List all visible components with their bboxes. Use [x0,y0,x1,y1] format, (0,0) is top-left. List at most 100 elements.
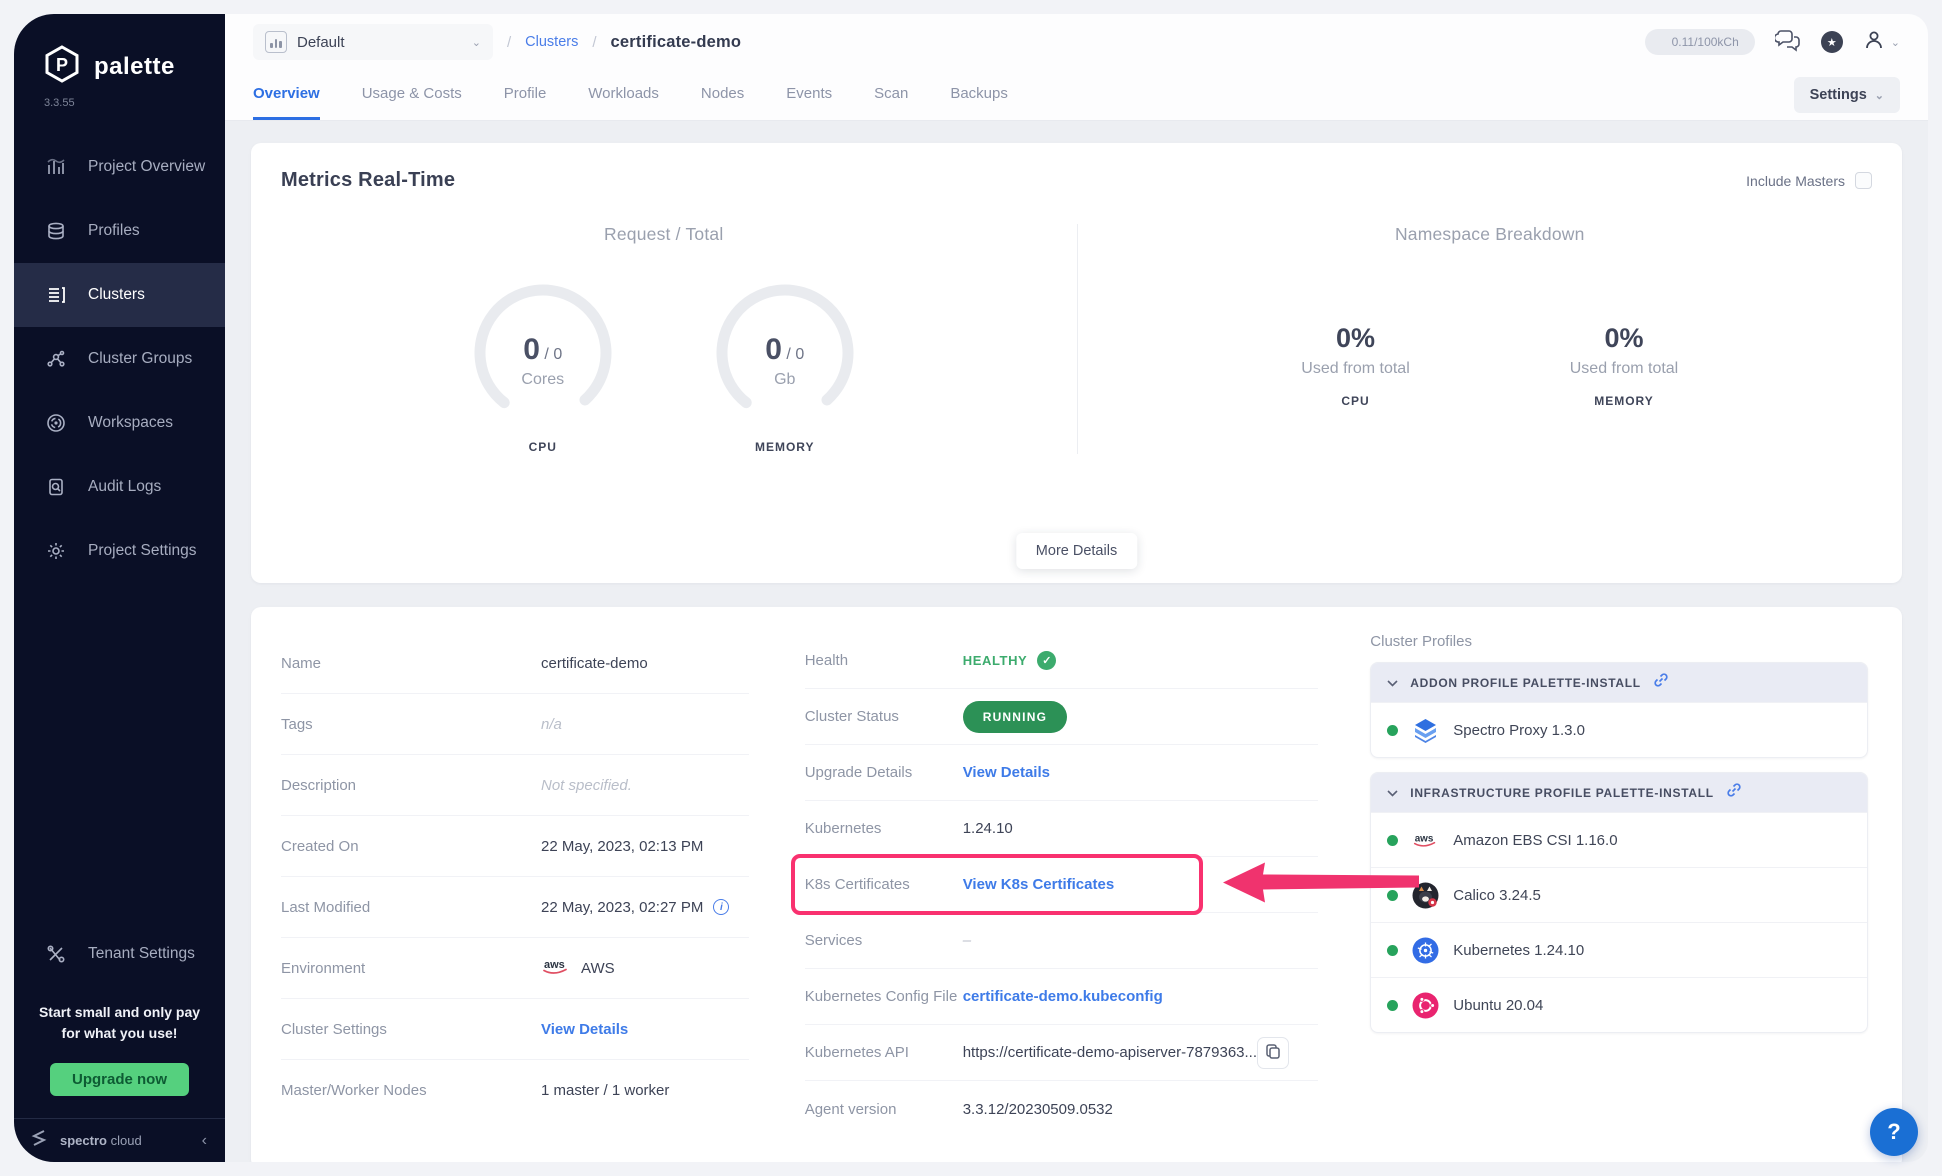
profile-item-calico[interactable]: Calico 3.24.5 [1371,867,1867,922]
memory-gauge-total: / 0 [786,346,804,363]
metrics-realtime-card: Metrics Real-Time Include Masters Reques… [251,143,1902,583]
tab-scan[interactable]: Scan [874,85,908,120]
view-k8s-certificates-link[interactable]: View K8s Certificates [963,876,1114,893]
doc-search-icon [44,475,68,499]
cluster-settings-view-details-link[interactable]: View Details [541,1021,628,1038]
tab-backups[interactable]: Backups [950,85,1008,120]
tab-profile[interactable]: Profile [504,85,547,120]
user-menu[interactable]: ⌄ [1863,29,1900,56]
sidebar-item-project-overview[interactable]: Project Overview [14,135,225,199]
info-icon[interactable]: i [713,899,729,915]
addon-profile-group: ADDON PROFILE PALETTE-INSTALL S [1370,662,1868,758]
profile-item-ubuntu[interactable]: Ubuntu 20.04 [1371,977,1867,1032]
chevron-down-icon [1387,784,1398,802]
sidebar-item-label: Workspaces [88,414,173,432]
memory-gauge-value: 0 [765,333,782,366]
cluster-profiles-column: Cluster Profiles ADDON PROFILE PALETTE-I… [1344,633,1868,1162]
tab-overview[interactable]: Overview [253,85,320,120]
sidebar: P palette 3.3.55 Project Overview [14,14,225,1162]
star-icon: ★ [1821,31,1843,53]
messages-button[interactable] [1775,30,1801,55]
profile-item-amazon-ebs-csi[interactable]: aws Amazon EBS CSI 1.16.0 [1371,812,1867,867]
sidebar-footer: spectro cloud ‹ [14,1118,225,1162]
status-dot [1387,835,1398,846]
chevron-down-icon [1387,674,1398,692]
main-area: Default ⌄ / Clusters / certificate-demo … [225,14,1928,1162]
aws-icon: aws [541,957,571,980]
tab-usage-costs[interactable]: Usage & Costs [362,85,462,120]
sidebar-item-workspaces[interactable]: Workspaces [14,391,225,455]
brand-name: palette [94,53,175,81]
detail-row-k8s-certificates: K8s Certificates View K8s Certificates [805,857,1319,913]
sidebar-item-label: Cluster Groups [88,350,192,368]
network-icon [44,347,68,371]
spectro-proxy-icon [1412,717,1439,744]
chevron-down-icon: ⌄ [1875,89,1884,102]
detail-row-kubernetes-version: Kubernetes 1.24.10 [805,801,1319,857]
namespace-cpu-stat: 0% Used from total CPU [1301,323,1409,408]
namespace-memory-stat: 0% Used from total MEMORY [1570,323,1678,408]
chat-bubbles-icon [1775,30,1801,55]
ubuntu-icon [1412,992,1439,1019]
chart-box-icon [265,31,287,53]
tab-events[interactable]: Events [786,85,832,120]
include-masters-checkbox[interactable] [1855,172,1872,189]
copy-icon [1265,1043,1281,1062]
notifications-button[interactable]: ★ [1821,31,1843,53]
infrastructure-profile-group: INFRASTRUCTURE PROFILE PALETTE-INSTALL a… [1370,772,1868,1033]
upgrade-now-button[interactable]: Upgrade now [50,1063,189,1096]
sidebar-item-project-settings[interactable]: Project Settings [14,519,225,583]
include-masters-control: Include Masters [1746,172,1872,189]
footer-brand: spectro cloud [60,1133,192,1148]
profile-item-spectro-proxy[interactable]: Spectro Proxy 1.3.0 [1371,702,1867,757]
gear-icon [44,539,68,563]
target-icon [44,411,68,435]
cluster-details-card: Name certificate-demo Tags n/a Descripti… [251,607,1902,1162]
metrics-title: Metrics Real-Time [281,169,455,192]
check-icon: ✓ [1037,651,1056,670]
infrastructure-profile-header[interactable]: INFRASTRUCTURE PROFILE PALETTE-INSTALL [1371,773,1867,812]
help-button[interactable]: ? [1870,1108,1918,1156]
usage-quota-pill[interactable]: 0.11/100kCh [1645,29,1755,55]
sidebar-item-cluster-groups[interactable]: Cluster Groups [14,327,225,391]
collapse-sidebar-icon[interactable]: ‹ [202,1132,207,1150]
profile-item-kubernetes[interactable]: Kubernetes 1.24.10 [1371,922,1867,977]
kubeconfig-download-link[interactable]: certificate-demo.kubeconfig [963,988,1163,1005]
memory-gauge: 0 / 0 Gb MEMORY [706,281,864,454]
sidebar-item-clusters[interactable]: Clusters [14,263,225,327]
details-middle-column: Health HEALTHY ✓ Cluster Status RUNNING … [805,633,1345,1162]
breadcrumb-separator: / [507,34,511,51]
include-masters-label: Include Masters [1746,173,1845,189]
tab-workloads[interactable]: Workloads [588,85,659,120]
breadcrumb-clusters-link[interactable]: Clusters [525,34,578,50]
tab-nodes[interactable]: Nodes [701,85,744,120]
spectro-cloud-logo-icon [28,1127,50,1154]
health-status: HEALTHY [963,653,1028,668]
project-selector[interactable]: Default ⌄ [253,24,493,60]
settings-button[interactable]: Settings ⌄ [1794,77,1900,113]
sidebar-item-label: Clusters [88,286,145,304]
sidebar-item-label: Profiles [88,222,140,240]
project-selector-value: Default [297,34,462,51]
bar-chart-icon [44,155,68,179]
namespace-memory-percent: 0% [1570,323,1678,354]
running-status-badge: RUNNING [963,701,1067,733]
request-total-panel: Request / Total 0 / 0 Cores [251,224,1077,454]
sidebar-item-label: Project Settings [88,542,197,560]
memory-gauge-metric: MEMORY [706,440,864,454]
sidebar-item-profiles[interactable]: Profiles [14,199,225,263]
list-icon [44,283,68,307]
detail-row-kubernetes-api: Kubernetes API https://certificate-demo-… [805,1025,1319,1081]
copy-button[interactable] [1257,1037,1289,1069]
sidebar-item-tenant-settings[interactable]: Tenant Settings [14,922,225,986]
detail-row-upgrade-details: Upgrade Details View Details [805,745,1319,801]
status-dot [1387,1000,1398,1011]
namespace-cpu-percent: 0% [1301,323,1409,354]
aws-icon: aws [1412,827,1439,854]
screenshot-stage: P palette 3.3.55 Project Overview [0,0,1942,1176]
addon-profile-header[interactable]: ADDON PROFILE PALETTE-INSTALL [1371,663,1867,702]
upgrade-view-details-link[interactable]: View Details [963,764,1050,781]
more-details-button[interactable]: More Details [1016,533,1137,569]
sidebar-item-audit-logs[interactable]: Audit Logs [14,455,225,519]
svg-text:aws: aws [544,959,565,971]
